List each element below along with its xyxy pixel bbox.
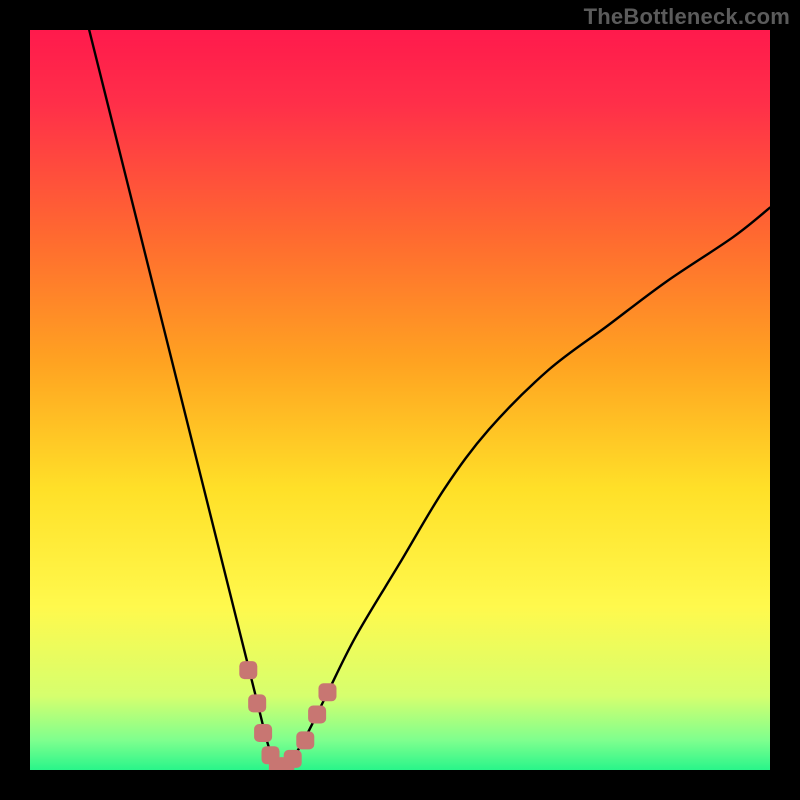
marker-point bbox=[284, 750, 302, 768]
marker-point bbox=[248, 694, 266, 712]
watermark-text: TheBottleneck.com bbox=[584, 4, 790, 30]
gradient-background bbox=[30, 30, 770, 770]
marker-point bbox=[239, 661, 257, 679]
marker-point bbox=[308, 706, 326, 724]
bottleneck-chart bbox=[30, 30, 770, 770]
marker-point bbox=[254, 724, 272, 742]
chart-frame: TheBottleneck.com bbox=[0, 0, 800, 800]
marker-point bbox=[318, 683, 336, 701]
marker-point bbox=[296, 731, 314, 749]
